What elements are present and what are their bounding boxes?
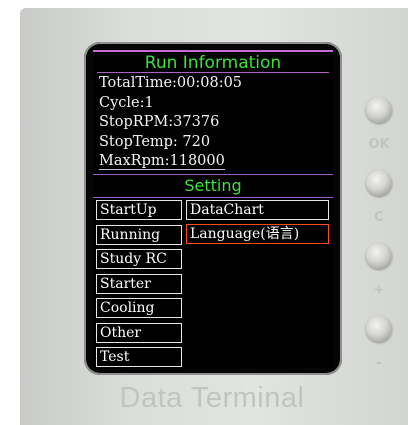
menu-item-study-rc[interactable]: Study RC <box>96 249 182 269</box>
lcd-screen: Run Information TotalTime:00:08:05 Cycle… <box>93 50 333 368</box>
menu-item-language[interactable]: Language(语言) <box>186 223 329 244</box>
minus-label: - <box>376 356 382 371</box>
stop-temp-line: StopTemp: 720 <box>99 133 211 150</box>
stop-rpm-line: StopRPM:37376 <box>99 114 220 130</box>
max-rpm-line: MaxRpm:118000 <box>99 152 242 172</box>
minus-button[interactable] <box>366 316 392 342</box>
ok-label: OK <box>368 137 390 152</box>
setting-header: Setting <box>93 174 333 198</box>
total-time-line: TotalTime:00:08:05 <box>99 75 243 91</box>
settings-menu-left: StartUp Running Study RC Starter Cooling… <box>96 200 182 368</box>
menu-item-running[interactable]: Running <box>96 224 182 245</box>
menu-item-cooling[interactable]: Cooling <box>96 298 182 318</box>
cancel-button[interactable] <box>366 170 392 196</box>
menu-item-test[interactable]: Test <box>96 347 182 367</box>
ok-button[interactable] <box>366 97 392 123</box>
settings-menu-right: DataChart Language(语言) <box>186 200 329 247</box>
plus-button[interactable] <box>366 243 392 269</box>
cycle-line: Cycle:1 <box>99 94 154 111</box>
plus-label: + <box>373 283 385 298</box>
cancel-label: C <box>374 210 384 225</box>
run-info-list: TotalTime:00:08:05 Cycle:1 StopRPM:37376… <box>99 74 242 172</box>
menu-item-other[interactable]: Other <box>96 322 182 343</box>
title-divider <box>97 72 329 73</box>
brand-label: Data Terminal <box>119 382 305 414</box>
menu-item-starter[interactable]: Starter <box>96 273 182 294</box>
menu-item-datachart[interactable]: DataChart <box>186 200 329 220</box>
menu-item-startup[interactable]: StartUp <box>96 200 182 220</box>
max-rpm-text: MaxRpm:118000 <box>99 153 225 170</box>
run-information-title: Run Information <box>93 50 333 73</box>
